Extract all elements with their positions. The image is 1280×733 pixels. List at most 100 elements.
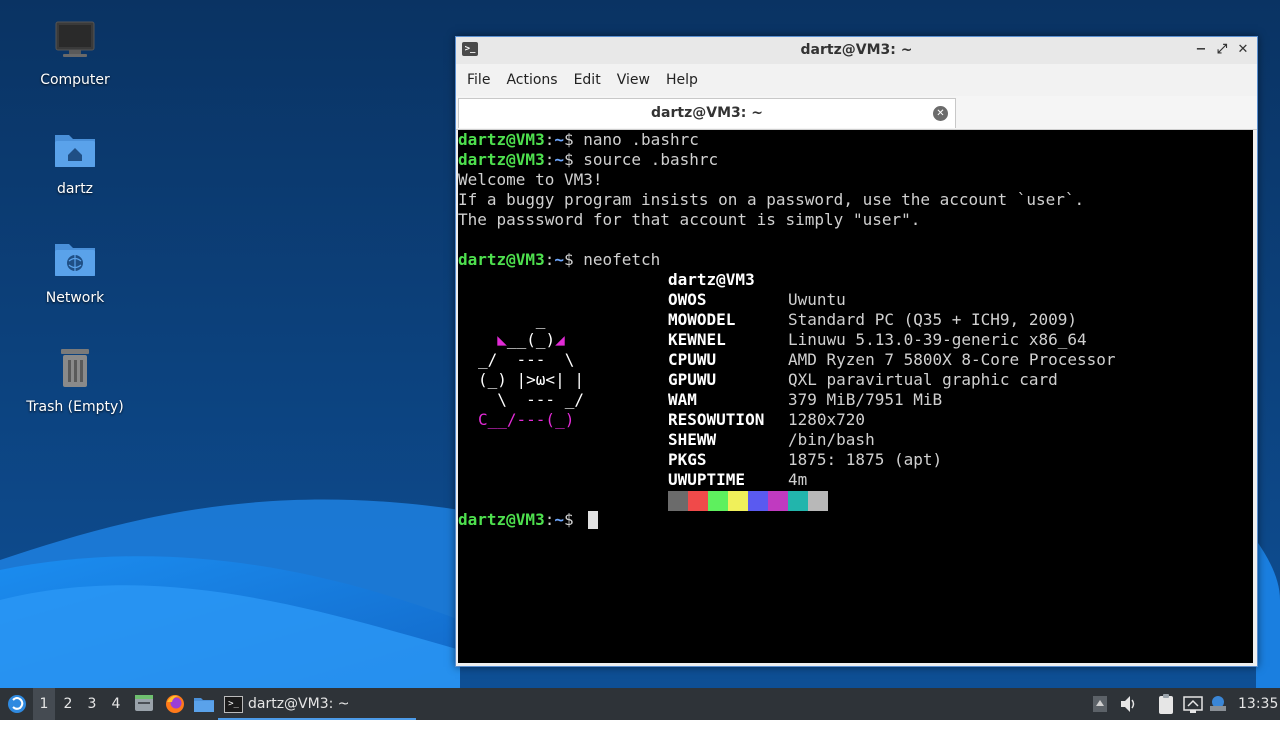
computer-icon xyxy=(51,18,99,66)
neofetch-row: CPUWU AMD Ryzen 7 5800X 8-Core Processor xyxy=(668,350,1116,370)
neofetch-row: GPUWU QXL paravirtual graphic card xyxy=(668,370,1058,390)
palette-swatch xyxy=(768,491,788,511)
neofetch-key: CPUWU xyxy=(668,350,717,369)
menu-view[interactable]: View xyxy=(609,68,658,92)
neofetch-value: Uwuntu xyxy=(788,290,846,309)
palette-swatch xyxy=(788,491,808,511)
neofetch-value: 379 MiB/7951 MiB xyxy=(788,390,943,409)
prompt-dollar: $ xyxy=(563,150,584,169)
prompt-dollar: $ xyxy=(563,510,584,529)
prompt-path: ~ xyxy=(554,150,564,169)
prompt-path: ~ xyxy=(554,510,564,529)
neofetch-value: /bin/bash xyxy=(788,430,875,449)
start-menu-button[interactable] xyxy=(4,688,30,720)
neofetch-key: UWUPTIME xyxy=(668,470,746,489)
updates-icon[interactable] xyxy=(1208,688,1228,720)
neofetch-row: KEWNEL Linuwu 5.13.0-39-generic x86_64 xyxy=(668,330,1087,350)
prompt-user: dartz@VM3 xyxy=(458,510,545,529)
palette-swatch xyxy=(728,491,748,511)
terminal-window[interactable]: >_ dartz@VM3: ~ − ⤢ ✕ File Actions Edit … xyxy=(455,36,1258,667)
desktop-icon-label: Trash (Empty) xyxy=(26,399,124,415)
neofetch-row: SHEWW/bin/bash xyxy=(668,430,875,450)
desktop-icon-computer[interactable]: Computer xyxy=(0,18,150,88)
neofetch-row: MOWODEL Standard PC (Q35 + ICH9, 2009) xyxy=(668,310,1077,330)
terminal-line: dartz@VM3:~$ xyxy=(458,510,583,530)
neofetch-header: dartz@VM3 xyxy=(668,270,755,289)
volume-icon[interactable] xyxy=(1118,688,1138,720)
terminal-tab[interactable]: dartz@VM3: ~ ✕ xyxy=(458,98,956,128)
prompt-dollar: $ xyxy=(563,250,584,269)
window-title: dartz@VM3: ~ xyxy=(800,42,913,58)
ascii-art-line: ◣__(_)◢ xyxy=(478,330,564,350)
menu-file[interactable]: File xyxy=(459,68,498,92)
prompt-user: dartz@VM3 xyxy=(458,150,545,169)
desktop-icon-trash[interactable]: Trash (Empty) xyxy=(0,345,150,415)
menu-edit[interactable]: Edit xyxy=(566,68,609,92)
prompt-user: dartz@VM3 xyxy=(458,130,545,149)
prompt-dollar: $ xyxy=(563,130,584,149)
network-status-icon[interactable] xyxy=(1182,688,1204,720)
tab-close-icon[interactable]: ✕ xyxy=(933,106,948,121)
tray-up-arrow-icon[interactable] xyxy=(1090,688,1110,720)
tab-label: dartz@VM3: ~ xyxy=(651,105,763,121)
minimize-button[interactable]: − xyxy=(1192,41,1210,59)
prompt-colon: : xyxy=(544,150,555,169)
terminal-task-icon: >_ xyxy=(224,696,243,713)
maximize-button[interactable]: ⤢ xyxy=(1213,41,1231,59)
terminal-line: dartz@VM3:~$ neofetch xyxy=(458,250,660,270)
neofetch-value: Standard PC (Q35 + ICH9, 2009) xyxy=(788,310,1077,329)
network-folder-icon xyxy=(51,236,99,284)
desktop: Computer dartz Network Trash (Empty) >_ … xyxy=(0,0,1280,688)
clipboard-icon[interactable] xyxy=(1155,688,1177,720)
menu-actions[interactable]: Actions xyxy=(498,68,565,92)
desktop-icon-home[interactable]: dartz xyxy=(0,127,150,197)
command-text: source .bashrc xyxy=(583,150,719,169)
neofetch-value: AMD Ryzen 7 5800X 8-Core Processor xyxy=(788,350,1116,369)
home-folder-icon xyxy=(51,127,99,175)
neofetch-key: KEWNEL xyxy=(668,330,726,349)
workspace-3[interactable]: 3 xyxy=(81,688,103,720)
clock[interactable]: 13:35 xyxy=(1238,688,1278,720)
ascii-art-line: \ --- _/ xyxy=(478,390,584,409)
text-cursor xyxy=(588,511,598,529)
firefox-icon[interactable] xyxy=(163,688,187,720)
palette-swatch xyxy=(808,491,828,511)
ascii-tail: C__/---(_) xyxy=(478,410,575,429)
terminal-output[interactable]: dartz@VM3:~$ nano .bashrc dartz@VM3:~$ s… xyxy=(458,130,1253,663)
neofetch-key: MOWODEL xyxy=(668,310,736,329)
file-manager-icon[interactable] xyxy=(133,688,155,720)
workspace-1[interactable]: 1 xyxy=(33,688,55,720)
desktop-icon-label: Computer xyxy=(40,72,110,88)
command-text: neofetch xyxy=(583,250,661,269)
menu-help[interactable]: Help xyxy=(658,68,706,92)
palette-swatch xyxy=(748,491,768,511)
desktop-icon-label: dartz xyxy=(56,181,94,197)
neofetch-value: 4m xyxy=(788,470,808,489)
task-button-terminal[interactable]: >_ dartz@VM3: ~ xyxy=(218,688,416,720)
neofetch-key: PKGS xyxy=(668,450,707,469)
output-line: The passsword for that account is simply… xyxy=(458,210,921,229)
neofetch-value: 1280x720 xyxy=(788,410,866,429)
prompt-path: ~ xyxy=(554,250,564,269)
ascii-art-line: C__/---(_) xyxy=(478,410,574,430)
folder-icon[interactable] xyxy=(192,688,216,720)
trash-icon xyxy=(51,345,99,393)
palette-swatch xyxy=(668,491,688,511)
menubar: File Actions Edit View Help xyxy=(456,64,1257,96)
ascii-art-line: _/ --- \ xyxy=(478,350,575,369)
workspace-4[interactable]: 4 xyxy=(105,688,127,720)
close-button[interactable]: ✕ xyxy=(1234,41,1252,59)
task-label: dartz@VM3: ~ xyxy=(248,696,350,712)
neofetch-key: RESOWUTION xyxy=(668,410,765,429)
window-titlebar[interactable]: >_ dartz@VM3: ~ − ⤢ ✕ xyxy=(456,37,1257,64)
ascii-art-line: (_) |>ω<| | xyxy=(478,370,584,389)
terminal-line: dartz@VM3:~$ nano .bashrc xyxy=(458,130,699,150)
terminal-line: dartz@VM3:~$ source .bashrc xyxy=(458,150,718,170)
tab-bar: dartz@VM3: ~ ✕ xyxy=(456,96,1257,130)
desktop-icon-label: Network xyxy=(45,290,105,306)
command-text: nano .bashrc xyxy=(583,130,699,149)
workspace-2[interactable]: 2 xyxy=(57,688,79,720)
neofetch-row: UWUPTIME 4m xyxy=(668,470,807,490)
desktop-icon-network[interactable]: Network xyxy=(0,236,150,306)
prompt-colon: : xyxy=(544,510,555,529)
